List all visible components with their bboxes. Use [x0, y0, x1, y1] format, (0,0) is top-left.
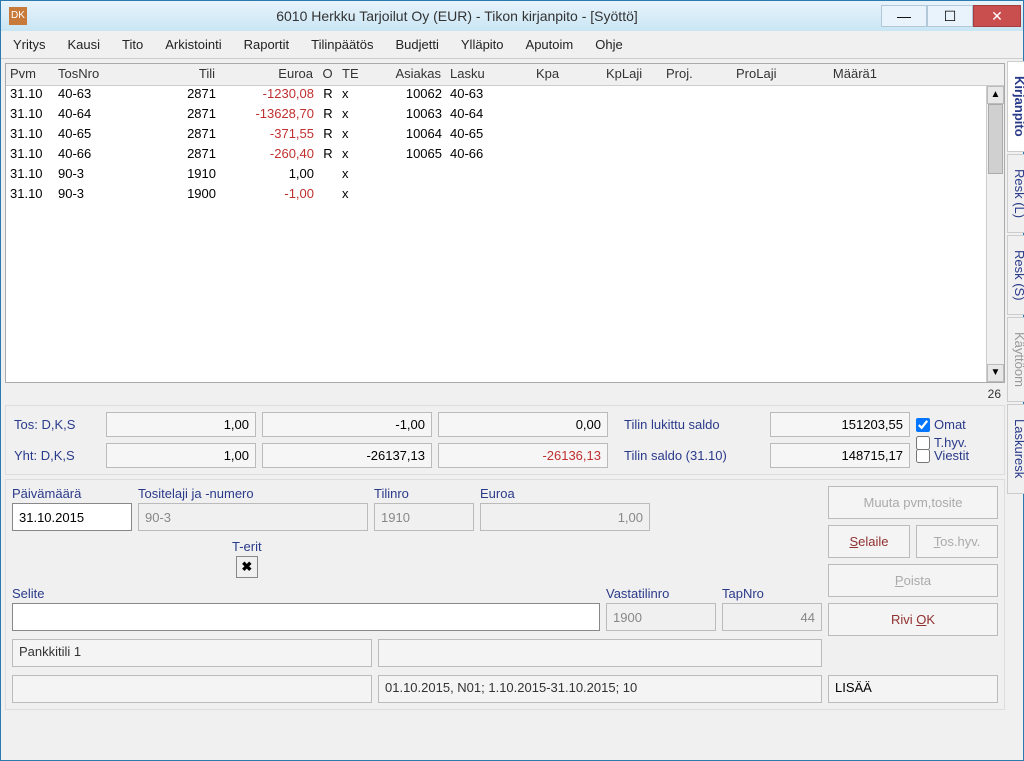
- col-prolaji[interactable]: ProLaji: [732, 64, 812, 85]
- tilinro-label: Tilinro: [374, 486, 474, 501]
- row-count: 26: [5, 387, 1005, 401]
- menu-budjetti[interactable]: Budjetti: [392, 33, 443, 56]
- tilin-saldo-value: 148715,17: [770, 443, 910, 468]
- terit-toggle[interactable]: ✖: [236, 556, 258, 578]
- tapnro-input[interactable]: [722, 603, 822, 631]
- toshyv-button[interactable]: Tos.hyv.: [916, 525, 998, 558]
- selite-label: Selite: [12, 586, 600, 601]
- menu-yllapito[interactable]: Ylläpito: [457, 33, 508, 56]
- table-row[interactable]: 31.1040-642871-13628,70Rx1006340-64: [6, 106, 986, 126]
- yht-label: Yht: D,K,S: [14, 448, 100, 463]
- menu-tilinpaatos[interactable]: Tilinpäätös: [307, 33, 377, 56]
- terit-label: T-erit: [232, 539, 262, 554]
- selite-input[interactable]: [12, 603, 600, 631]
- entry-panel: Päivämäärä Tositelaji ja -numero Tilinro: [5, 479, 1005, 710]
- vastatilinro-label: Vastatilinro: [606, 586, 716, 601]
- omat-checkbox[interactable]: Omat: [916, 417, 996, 432]
- tilin-lukittu-label: Tilin lukittu saldo: [614, 417, 764, 432]
- grid-header: Pvm TosNro Tili Euroa O TE Asiakas Lasku…: [6, 64, 1004, 86]
- col-kplaji[interactable]: KpLaji: [602, 64, 662, 85]
- vertical-scrollbar[interactable]: ▲ ▼: [986, 86, 1004, 382]
- side-tabs: Kirjanpito Resk (L) Resk (S) Käyttöom La…: [1007, 61, 1024, 758]
- status-lisaa: LISÄÄ: [828, 675, 998, 703]
- app-icon: DK: [9, 7, 27, 25]
- tilin-lukittu-value: 151203,55: [770, 412, 910, 437]
- tilinro-input[interactable]: [374, 503, 474, 531]
- menu-tito[interactable]: Tito: [118, 33, 147, 56]
- col-tili[interactable]: Tili: [140, 64, 220, 85]
- menu-aputoim[interactable]: Aputoim: [522, 33, 578, 56]
- col-asiakas[interactable]: Asiakas: [368, 64, 446, 85]
- tositelaji-input[interactable]: [138, 503, 368, 531]
- col-kpa[interactable]: Kpa: [532, 64, 602, 85]
- paivamaara-input[interactable]: [12, 503, 132, 531]
- col-te[interactable]: TE: [338, 64, 368, 85]
- tab-kirjanpito[interactable]: Kirjanpito: [1007, 61, 1024, 152]
- col-maara[interactable]: Määrä1: [812, 64, 882, 85]
- transaction-grid[interactable]: Pvm TosNro Tili Euroa O TE Asiakas Lasku…: [5, 63, 1005, 383]
- col-proj[interactable]: Proj.: [662, 64, 732, 85]
- tab-resk-l[interactable]: Resk (L): [1007, 154, 1024, 233]
- tos-label: Tos: D,K,S: [14, 417, 100, 432]
- minimize-button[interactable]: —: [881, 5, 927, 27]
- viestit-checkbox[interactable]: Viestit: [916, 448, 996, 463]
- menu-yritys[interactable]: Yritys: [9, 33, 50, 56]
- menu-raportit[interactable]: Raportit: [240, 33, 294, 56]
- euroa-label: Euroa: [480, 486, 650, 501]
- thyv-checkbox[interactable]: T.hyv.: [916, 435, 967, 450]
- table-row[interactable]: 31.1040-652871-371,55Rx1006440-65: [6, 126, 986, 146]
- col-tosnro[interactable]: TosNro: [54, 64, 140, 85]
- tab-resk-s[interactable]: Resk (S): [1007, 235, 1024, 316]
- summary-panel: Tos: D,K,S 1,00 -1,00 0,00 Tilin lukittu…: [5, 405, 1005, 475]
- muuta-button[interactable]: Muuta pvm,tosite: [828, 486, 998, 519]
- rivi-ok-button[interactable]: Rivi OK: [828, 603, 998, 636]
- status-empty: [378, 639, 822, 667]
- status-pankkitili: Pankkitili 1: [12, 639, 372, 667]
- table-row[interactable]: 31.1040-632871-1230,08Rx1006240-63: [6, 86, 986, 106]
- paivamaara-label: Päivämäärä: [12, 486, 132, 501]
- vastatilinro-input[interactable]: [606, 603, 716, 631]
- menubar: Yritys Kausi Tito Arkistointi Raportit T…: [1, 31, 1023, 59]
- table-row[interactable]: 31.1090-31900-1,00x: [6, 186, 986, 206]
- scroll-up-icon[interactable]: ▲: [987, 86, 1004, 104]
- status-period: 01.10.2015, N01; 1.10.2015-31.10.2015; 1…: [378, 675, 822, 703]
- selaile-button[interactable]: Selaile: [828, 525, 910, 558]
- tos-saldo: 0,00: [438, 412, 608, 437]
- tilin-saldo-label: Tilin saldo (31.10): [614, 448, 764, 463]
- maximize-button[interactable]: ☐: [927, 5, 973, 27]
- yht-debit: 1,00: [106, 443, 256, 468]
- col-o[interactable]: O: [318, 64, 338, 85]
- table-row[interactable]: 31.1090-319101,00x: [6, 166, 986, 186]
- menu-kausi[interactable]: Kausi: [64, 33, 105, 56]
- tab-kayttoom[interactable]: Käyttöom: [1007, 317, 1024, 402]
- table-row[interactable]: 31.1040-662871-260,40Rx1006540-66: [6, 146, 986, 166]
- status-left2: [12, 675, 372, 703]
- tab-laskuresk[interactable]: Laskuresk: [1007, 404, 1024, 493]
- close-button[interactable]: ✕: [973, 5, 1021, 27]
- titlebar: DK 6010 Herkku Tarjoilut Oy (EUR) - Tiko…: [1, 1, 1023, 31]
- tos-debit: 1,00: [106, 412, 256, 437]
- scroll-thumb[interactable]: [988, 104, 1003, 174]
- tositelaji-label: Tositelaji ja -numero: [138, 486, 368, 501]
- yht-saldo: -26136,13: [438, 443, 608, 468]
- window-title: 6010 Herkku Tarjoilut Oy (EUR) - Tikon k…: [33, 8, 881, 24]
- menu-arkistointi[interactable]: Arkistointi: [161, 33, 225, 56]
- col-euroa[interactable]: Euroa: [220, 64, 318, 85]
- menu-ohje[interactable]: Ohje: [591, 33, 626, 56]
- col-pvm[interactable]: Pvm: [6, 64, 54, 85]
- scroll-down-icon[interactable]: ▼: [987, 364, 1004, 382]
- tos-credit: -1,00: [262, 412, 432, 437]
- poista-button[interactable]: Poista: [828, 564, 998, 597]
- tapnro-label: TapNro: [722, 586, 822, 601]
- euroa-input[interactable]: [480, 503, 650, 531]
- col-lasku[interactable]: Lasku: [446, 64, 532, 85]
- yht-credit: -26137,13: [262, 443, 432, 468]
